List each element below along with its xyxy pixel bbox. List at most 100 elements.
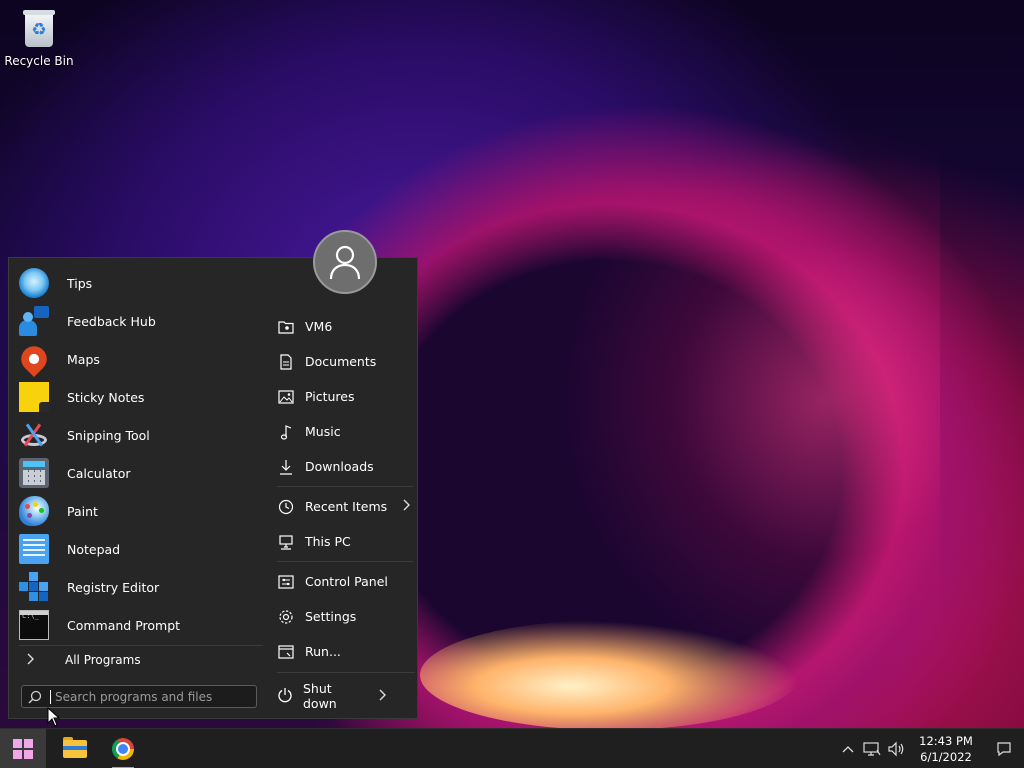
wallpaper-glow-bottom <box>420 620 800 728</box>
chevron-right-icon <box>27 653 47 668</box>
app-item-label: Tips <box>67 275 93 291</box>
place-item-label: Pictures <box>305 389 355 404</box>
place-item-label: Settings <box>305 609 357 624</box>
start-menu: Tips Feedback Hub Maps Sticky Notes Snip… <box>8 230 418 719</box>
place-item-documents[interactable]: Documents <box>267 344 417 379</box>
place-item-label: Music <box>305 424 341 439</box>
place-item-settings[interactable]: Settings <box>267 599 417 634</box>
clock-time: 12:43 PM <box>919 734 973 748</box>
volume-icon <box>888 741 904 757</box>
snipping-tool-icon <box>19 420 49 450</box>
taskbar-chrome[interactable] <box>100 729 146 768</box>
network-button[interactable] <box>860 729 884 768</box>
place-item-label: Recent Items <box>305 499 388 514</box>
chrome-icon <box>112 738 134 760</box>
divider <box>277 561 413 562</box>
download-icon <box>277 458 295 476</box>
place-item-downloads[interactable]: Downloads <box>267 449 417 484</box>
place-item-label: Documents <box>305 354 377 369</box>
document-icon <box>277 353 295 371</box>
wallpaper-glow <box>560 120 940 680</box>
show-hidden-icons-button[interactable] <box>836 729 860 768</box>
app-item-sticky-notes[interactable]: Sticky Notes <box>9 378 265 416</box>
search-input[interactable] <box>50 689 240 704</box>
app-item-maps[interactable]: Maps <box>9 340 265 378</box>
app-item-label: Registry Editor <box>67 579 160 595</box>
notifications-button[interactable] <box>984 729 1024 768</box>
folder-icon <box>63 737 87 758</box>
app-item-label: Maps <box>67 351 100 367</box>
feedback-hub-icon <box>19 306 49 336</box>
divider <box>19 645 263 646</box>
notepad-icon <box>19 534 49 564</box>
maps-icon <box>15 340 53 378</box>
run-icon <box>277 643 295 661</box>
user-folder-icon <box>277 318 295 336</box>
search-box[interactable] <box>21 685 257 708</box>
desktop-icon-recycle-bin[interactable]: Recycle Bin <box>4 6 74 68</box>
divider <box>277 486 413 487</box>
paint-icon <box>19 496 49 526</box>
user-avatar[interactable] <box>313 230 377 294</box>
place-item-recent-items[interactable]: Recent Items <box>267 489 417 524</box>
chevron-right-icon[interactable] <box>379 689 387 704</box>
power-icon <box>277 687 293 706</box>
app-item-feedback-hub[interactable]: Feedback Hub <box>9 302 265 340</box>
command-prompt-icon <box>19 610 49 640</box>
divider <box>277 672 415 673</box>
app-item-label: Notepad <box>67 541 121 557</box>
all-programs-label: All Programs <box>65 653 141 667</box>
music-note-icon <box>277 423 295 441</box>
notification-icon <box>997 742 1011 757</box>
app-item-snipping-tool[interactable]: Snipping Tool <box>9 416 265 454</box>
chevron-up-icon <box>842 746 854 753</box>
place-item-label: Control Panel <box>305 574 388 589</box>
all-programs-button[interactable]: All Programs <box>19 648 263 672</box>
taskbar-file-explorer[interactable] <box>52 729 98 768</box>
search-icon <box>28 690 42 703</box>
place-item-control-panel[interactable]: Control Panel <box>267 564 417 599</box>
place-item-label: Run... <box>305 644 341 659</box>
system-tray: 12:43 PM 6/1/2022 <box>836 729 1024 768</box>
shut-down-button[interactable]: Shut down <box>267 681 387 711</box>
gear-icon <box>277 608 295 626</box>
place-item-label: VM6 <box>305 319 333 334</box>
app-item-label: Paint <box>67 503 98 519</box>
place-item-label: Downloads <box>305 459 374 474</box>
calculator-icon <box>19 458 49 488</box>
control-panel-icon <box>277 573 295 591</box>
start-button[interactable] <box>0 729 46 768</box>
app-item-label: Sticky Notes <box>67 389 145 405</box>
taskbar: 12:43 PM 6/1/2022 <box>0 728 1024 768</box>
network-icon <box>863 742 881 756</box>
sticky-notes-icon <box>19 382 49 412</box>
pinned-apps-list: Tips Feedback Hub Maps Sticky Notes Snip… <box>9 264 265 644</box>
app-item-tips[interactable]: Tips <box>9 264 265 302</box>
clock-icon <box>277 498 295 516</box>
recycle-bin-icon <box>21 6 57 48</box>
tips-icon <box>19 268 49 298</box>
desktop-icon-label: Recycle Bin <box>4 54 74 68</box>
shut-down-label: Shut down <box>303 681 337 711</box>
place-item-this-pc[interactable]: This PC <box>267 524 417 559</box>
chevron-right-icon <box>403 499 411 514</box>
app-item-label: Calculator <box>67 465 131 481</box>
app-item-paint[interactable]: Paint <box>9 492 265 530</box>
registry-editor-icon <box>19 572 49 602</box>
place-item-run[interactable]: Run... <box>267 634 417 669</box>
app-item-command-prompt[interactable]: Command Prompt <box>9 606 265 644</box>
place-item-music[interactable]: Music <box>267 414 417 449</box>
picture-icon <box>277 388 295 406</box>
computer-icon <box>277 533 295 551</box>
place-item-label: This PC <box>305 534 351 549</box>
taskbar-clock[interactable]: 12:43 PM 6/1/2022 <box>914 733 978 765</box>
app-item-registry-editor[interactable]: Registry Editor <box>9 568 265 606</box>
app-item-calculator[interactable]: Calculator <box>9 454 265 492</box>
app-item-notepad[interactable]: Notepad <box>9 530 265 568</box>
app-item-label: Snipping Tool <box>67 427 150 443</box>
mouse-cursor-icon <box>47 707 61 727</box>
volume-button[interactable] <box>884 729 908 768</box>
place-item-vm6[interactable]: VM6 <box>267 309 417 344</box>
user-icon <box>329 245 361 280</box>
place-item-pictures[interactable]: Pictures <box>267 379 417 414</box>
